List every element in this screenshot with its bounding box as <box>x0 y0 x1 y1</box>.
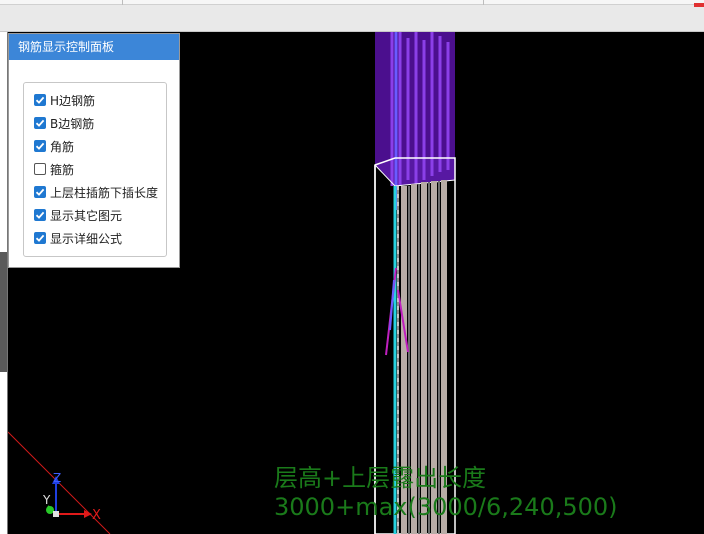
option-label: H边钢筋 <box>50 93 96 108</box>
option-label: 显示其它图元 <box>50 208 123 223</box>
left-side-panel-edge <box>0 32 8 534</box>
toolbar-separator <box>483 0 484 5</box>
option-show-other-elements[interactable]: 显示其它图元 <box>34 206 122 224</box>
option-upper-insert-length[interactable]: 上层柱插筋下插长度 <box>34 183 158 201</box>
checkmark-icon <box>35 188 45 196</box>
blue-rebar-short <box>389 279 395 331</box>
formula-expression: 3000+max(3000/6,240,500) <box>274 493 618 521</box>
side-panel-scroll-area[interactable] <box>0 252 7 372</box>
toolbar-red-marker <box>694 3 704 7</box>
rebar-display-control-panel: 钢筋显示控制面板 H边钢筋 B边钢筋 角筋 箍筋 上层柱插筋下插长度 显示其它图… <box>8 33 180 268</box>
formula-description: 层高+上层露出长度 <box>274 464 487 492</box>
checkbox-checked[interactable] <box>34 94 46 106</box>
y-axis-ball <box>46 506 54 514</box>
checkbox-checked[interactable] <box>34 209 46 221</box>
checkmark-icon <box>35 96 45 104</box>
option-corner-rebar[interactable]: 角筋 <box>34 137 74 155</box>
option-b-side-rebar[interactable]: B边钢筋 <box>34 114 94 132</box>
x-axis-label: X <box>92 508 101 523</box>
option-group: H边钢筋 B边钢筋 角筋 箍筋 上层柱插筋下插长度 显示其它图元 显示详细公式 <box>23 82 167 257</box>
top-toolbar <box>0 0 704 32</box>
checkbox-checked[interactable] <box>34 140 46 152</box>
toolbar-strip <box>0 0 704 5</box>
z-axis-label: Z <box>53 471 61 485</box>
formula-overlay: 层高+上层露出长度 3000+max(3000/6,240,500) <box>274 464 618 522</box>
checkmark-icon <box>35 119 45 127</box>
option-show-detailed-formula[interactable]: 显示详细公式 <box>34 229 122 247</box>
checkmark-icon <box>35 142 45 150</box>
checkmark-icon <box>35 234 45 242</box>
checkbox-checked[interactable] <box>34 232 46 244</box>
checkbox-checked[interactable] <box>34 117 46 129</box>
axis-indicator: Z Y X <box>42 471 101 523</box>
option-label: B边钢筋 <box>50 116 95 131</box>
option-label: 角筋 <box>50 139 75 154</box>
option-h-side-rebar[interactable]: H边钢筋 <box>34 91 95 109</box>
x-axis-arrow <box>84 510 92 518</box>
toolbar-separator <box>122 0 123 5</box>
axis-origin <box>53 511 59 517</box>
checkmark-icon <box>35 211 45 219</box>
option-stirrup[interactable]: 箍筋 <box>34 160 74 178</box>
option-label: 箍筋 <box>50 162 75 177</box>
option-label: 显示详细公式 <box>50 231 123 246</box>
y-axis-label: Y <box>42 493 51 507</box>
option-label: 上层柱插筋下插长度 <box>50 185 159 200</box>
panel-title: 钢筋显示控制面板 <box>9 34 179 60</box>
checkbox-unchecked[interactable] <box>34 163 46 175</box>
checkbox-checked[interactable] <box>34 186 46 198</box>
